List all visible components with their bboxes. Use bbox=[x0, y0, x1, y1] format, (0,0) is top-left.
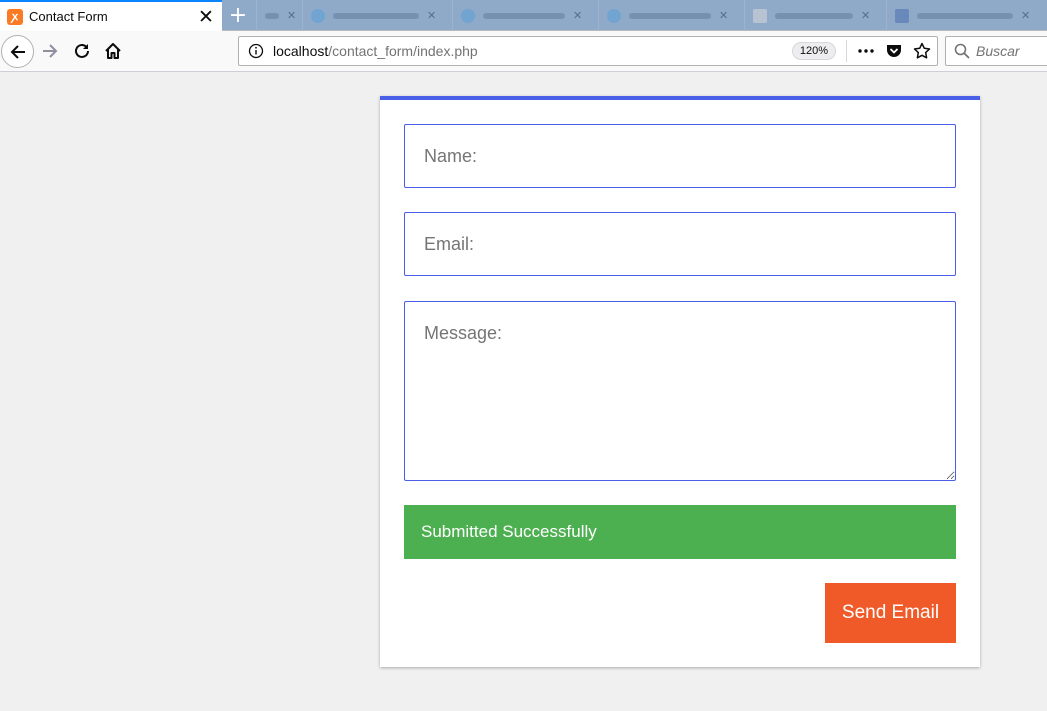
bookmark-button[interactable] bbox=[909, 38, 935, 64]
name-field[interactable] bbox=[404, 124, 956, 188]
tab-strip: ꭗ Contact Form ✕ + ✕ ✕ ✕ ✕ ✕ ✕ bbox=[0, 0, 1047, 31]
star-icon bbox=[913, 42, 931, 59]
info-icon[interactable] bbox=[248, 43, 264, 59]
contact-form-card: Submitted Successfully Send Email bbox=[380, 96, 980, 667]
email-field[interactable] bbox=[404, 212, 956, 276]
xampp-icon: ꭗ bbox=[7, 8, 23, 25]
background-tab[interactable]: ✕ bbox=[452, 0, 596, 31]
url-host: localhost bbox=[273, 43, 329, 59]
address-bar[interactable]: localhost/contact_form/index.php 120% bbox=[238, 36, 938, 66]
reload-icon bbox=[75, 43, 89, 58]
ellipsis-icon bbox=[858, 49, 874, 53]
reload-button[interactable] bbox=[70, 39, 94, 63]
arrow-left-icon bbox=[10, 44, 25, 59]
navigation-toolbar: localhost/contact_form/index.php 120% bbox=[0, 31, 1047, 72]
url-text[interactable]: localhost/contact_form/index.php bbox=[273, 43, 792, 59]
search-icon bbox=[954, 43, 970, 59]
search-input[interactable] bbox=[976, 43, 1046, 59]
divider bbox=[846, 40, 847, 62]
background-tab[interactable]: ✕ bbox=[744, 0, 884, 31]
success-message: Submitted Successfully bbox=[421, 522, 597, 541]
background-tab[interactable]: ✕ bbox=[256, 0, 300, 31]
tab-contact-form[interactable]: ꭗ Contact Form ✕ bbox=[0, 0, 222, 31]
zoom-indicator[interactable]: 120% bbox=[791, 42, 836, 60]
search-bar[interactable] bbox=[945, 36, 1047, 66]
background-tab[interactable]: ✕ bbox=[598, 0, 742, 31]
back-button[interactable] bbox=[1, 35, 34, 68]
home-button[interactable] bbox=[101, 39, 125, 63]
send-email-button[interactable]: Send Email bbox=[825, 583, 956, 643]
site-icon bbox=[311, 8, 325, 23]
google-icon bbox=[753, 8, 767, 23]
message-field[interactable] bbox=[404, 301, 956, 481]
new-tab-button[interactable]: + bbox=[226, 3, 250, 28]
tab-title: Contact Form bbox=[29, 9, 108, 24]
forward-button[interactable] bbox=[38, 39, 62, 63]
page-actions-button[interactable] bbox=[853, 38, 879, 64]
background-tab[interactable]: ✕ bbox=[886, 0, 1047, 31]
site-icon bbox=[607, 8, 621, 23]
site-icon bbox=[461, 8, 475, 23]
site-icon bbox=[895, 8, 909, 23]
success-alert: Submitted Successfully bbox=[404, 505, 956, 559]
background-tab[interactable]: ✕ bbox=[302, 0, 450, 31]
home-icon bbox=[105, 43, 121, 59]
arrow-right-icon bbox=[43, 44, 58, 58]
url-path: /contact_form/index.php bbox=[328, 43, 478, 59]
close-tab-icon[interactable]: ✕ bbox=[196, 6, 216, 28]
pocket-button[interactable] bbox=[881, 38, 907, 64]
pocket-icon bbox=[887, 45, 901, 57]
